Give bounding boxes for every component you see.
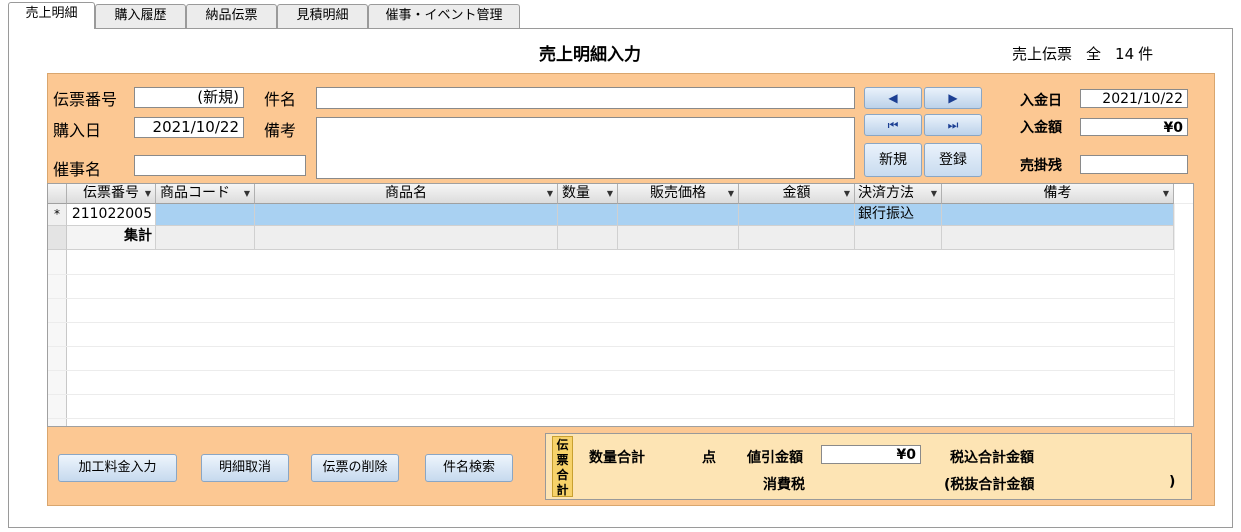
prev-arrow-icon: ◀ (888, 91, 898, 105)
record-count-all: 全 (1086, 45, 1102, 63)
discount-label: 値引金額 (747, 450, 803, 466)
dropdown-arrow-icon: ▼ (144, 189, 151, 198)
remarks-label: 備考 (264, 121, 297, 140)
slip-no-field[interactable]: (新規) (134, 87, 244, 108)
last-record-icon: ⏭ (947, 118, 959, 132)
summary-cell (942, 226, 1174, 250)
grid-line (48, 346, 1174, 347)
empty-selector-column (48, 250, 67, 426)
grid-line (48, 370, 1174, 371)
event-name-input[interactable] (134, 155, 306, 176)
payment-date-field[interactable]: 2021/10/22 (1080, 89, 1188, 108)
cell-slip-no[interactable]: 211022005 (67, 204, 156, 226)
payment-amount-field[interactable]: ¥0 (1080, 118, 1188, 136)
summary-cell (156, 226, 255, 250)
cell-amount[interactable] (739, 204, 855, 226)
tab-delivery-slip[interactable]: 納品伝票 (186, 4, 277, 28)
cell-product-name[interactable] (255, 204, 558, 226)
col-header-payment-method[interactable]: 決済方法 ▼ (855, 184, 942, 204)
tab-sales-detail[interactable]: 売上明細 (8, 2, 95, 29)
summary-cell (255, 226, 558, 250)
slip-no-label: 伝票番号 (53, 90, 118, 109)
tax-excl-total-label: (税抜合計金額 (944, 477, 1035, 493)
page-title: 売上明細入力 (539, 45, 641, 65)
next-arrow-icon: ▶ (948, 91, 958, 105)
cell-payment-method[interactable]: 銀行振込 (855, 204, 942, 226)
purchase-date-field[interactable]: 2021/10/22 (134, 117, 244, 138)
record-count-unit: 件 (1138, 45, 1154, 63)
col-header-slip-no[interactable]: 伝票番号 ▼ (67, 184, 156, 204)
event-name-label: 催事名 (53, 160, 102, 179)
slip-totals-side-label: 伝票合計 (552, 436, 573, 497)
qty-unit-label: 点 (702, 450, 716, 466)
grid-line (48, 274, 1174, 275)
payment-amount-label: 入金額 (1020, 120, 1062, 136)
dropdown-arrow-icon: ▼ (1162, 189, 1169, 198)
col-header-note[interactable]: 備考 ▼ (942, 184, 1174, 204)
processing-fee-button[interactable]: 加工料金入力 (58, 454, 177, 482)
next-record-button[interactable]: ▶ (924, 87, 982, 109)
new-button[interactable]: 新規 (864, 143, 922, 177)
prev-record-button[interactable]: ◀ (864, 87, 922, 109)
tab-purchase-history[interactable]: 購入履歴 (95, 4, 186, 28)
col-header-price[interactable]: 販売価格 ▼ (618, 184, 739, 204)
first-record-button[interactable]: ⏮ (864, 114, 922, 136)
tab-event-management[interactable]: 催事・イベント管理 (368, 4, 520, 28)
col-header-product-code[interactable]: 商品コード ▼ (156, 184, 255, 204)
payment-date-label: 入金日 (1020, 93, 1062, 109)
cell-note[interactable] (942, 204, 1174, 226)
cell-product-code[interactable] (156, 204, 255, 226)
slip-totals-panel: 伝票合計 数量合計 点 値引金額 ¥0 税込合計金額 消費税 (税抜合計金額 ) (545, 433, 1192, 500)
grid-line (1174, 204, 1175, 426)
cell-quantity[interactable] (558, 204, 618, 226)
detail-datasheet[interactable]: 伝票番号 ▼ 商品コード ▼ 商品名 ▼ 数量 ▼ 販売価格 ▼ 金額 ▼ 決済方法 ▼ 備考… (47, 183, 1194, 427)
qty-total-label: 数量合計 (589, 450, 645, 466)
record-count-number: 14 (1115, 45, 1135, 63)
discount-field[interactable]: ¥0 (821, 445, 921, 464)
col-header-product-name[interactable]: 商品名 ▼ (255, 184, 558, 204)
consumption-tax-label: 消費税 (763, 477, 805, 493)
summary-cell (558, 226, 618, 250)
last-record-button[interactable]: ⏭ (924, 114, 982, 136)
grid-line (48, 298, 1174, 299)
subject-label: 件名 (264, 90, 297, 109)
cancel-detail-button[interactable]: 明細取消 (201, 454, 289, 482)
tab-estimate-detail[interactable]: 見積明細 (277, 4, 368, 28)
receivable-label: 売掛残 (1020, 158, 1062, 174)
dropdown-arrow-icon: ▼ (843, 189, 850, 198)
search-subject-button[interactable]: 件名検索 (425, 454, 513, 482)
dropdown-arrow-icon: ▼ (606, 189, 613, 198)
dropdown-arrow-icon: ▼ (546, 189, 553, 198)
tax-incl-total-label: 税込合計金額 (950, 450, 1034, 466)
delete-slip-button[interactable]: 伝票の削除 (311, 454, 399, 482)
register-button[interactable]: 登録 (924, 143, 982, 177)
datasheet-filler (1174, 184, 1193, 204)
remarks-textarea[interactable] (316, 117, 855, 179)
first-record-icon: ⏮ (887, 118, 899, 132)
summary-cell (618, 226, 739, 250)
grid-line (48, 394, 1174, 395)
summary-row-selector (48, 226, 67, 250)
subject-input[interactable] (316, 87, 855, 109)
datasheet-select-all[interactable] (48, 184, 67, 204)
summary-cell (855, 226, 942, 250)
tax-excl-close-paren: ) (1169, 474, 1176, 490)
cell-price[interactable] (618, 204, 739, 226)
new-record-marker-icon[interactable]: * (48, 204, 67, 226)
dropdown-arrow-icon: ▼ (243, 189, 250, 198)
summary-label: 集計 (67, 226, 156, 250)
grid-line (48, 322, 1174, 323)
purchase-date-label: 購入日 (53, 121, 102, 140)
record-count: 売上伝票全 14 件 (1012, 43, 1167, 64)
dropdown-arrow-icon: ▼ (930, 189, 937, 198)
receivable-field[interactable] (1080, 155, 1188, 174)
grid-line (48, 418, 1174, 419)
dropdown-arrow-icon: ▼ (727, 189, 734, 198)
record-count-label: 売上伝票 (1012, 45, 1073, 63)
col-header-amount[interactable]: 金額 ▼ (739, 184, 855, 204)
col-header-quantity[interactable]: 数量 ▼ (558, 184, 618, 204)
summary-cell (739, 226, 855, 250)
